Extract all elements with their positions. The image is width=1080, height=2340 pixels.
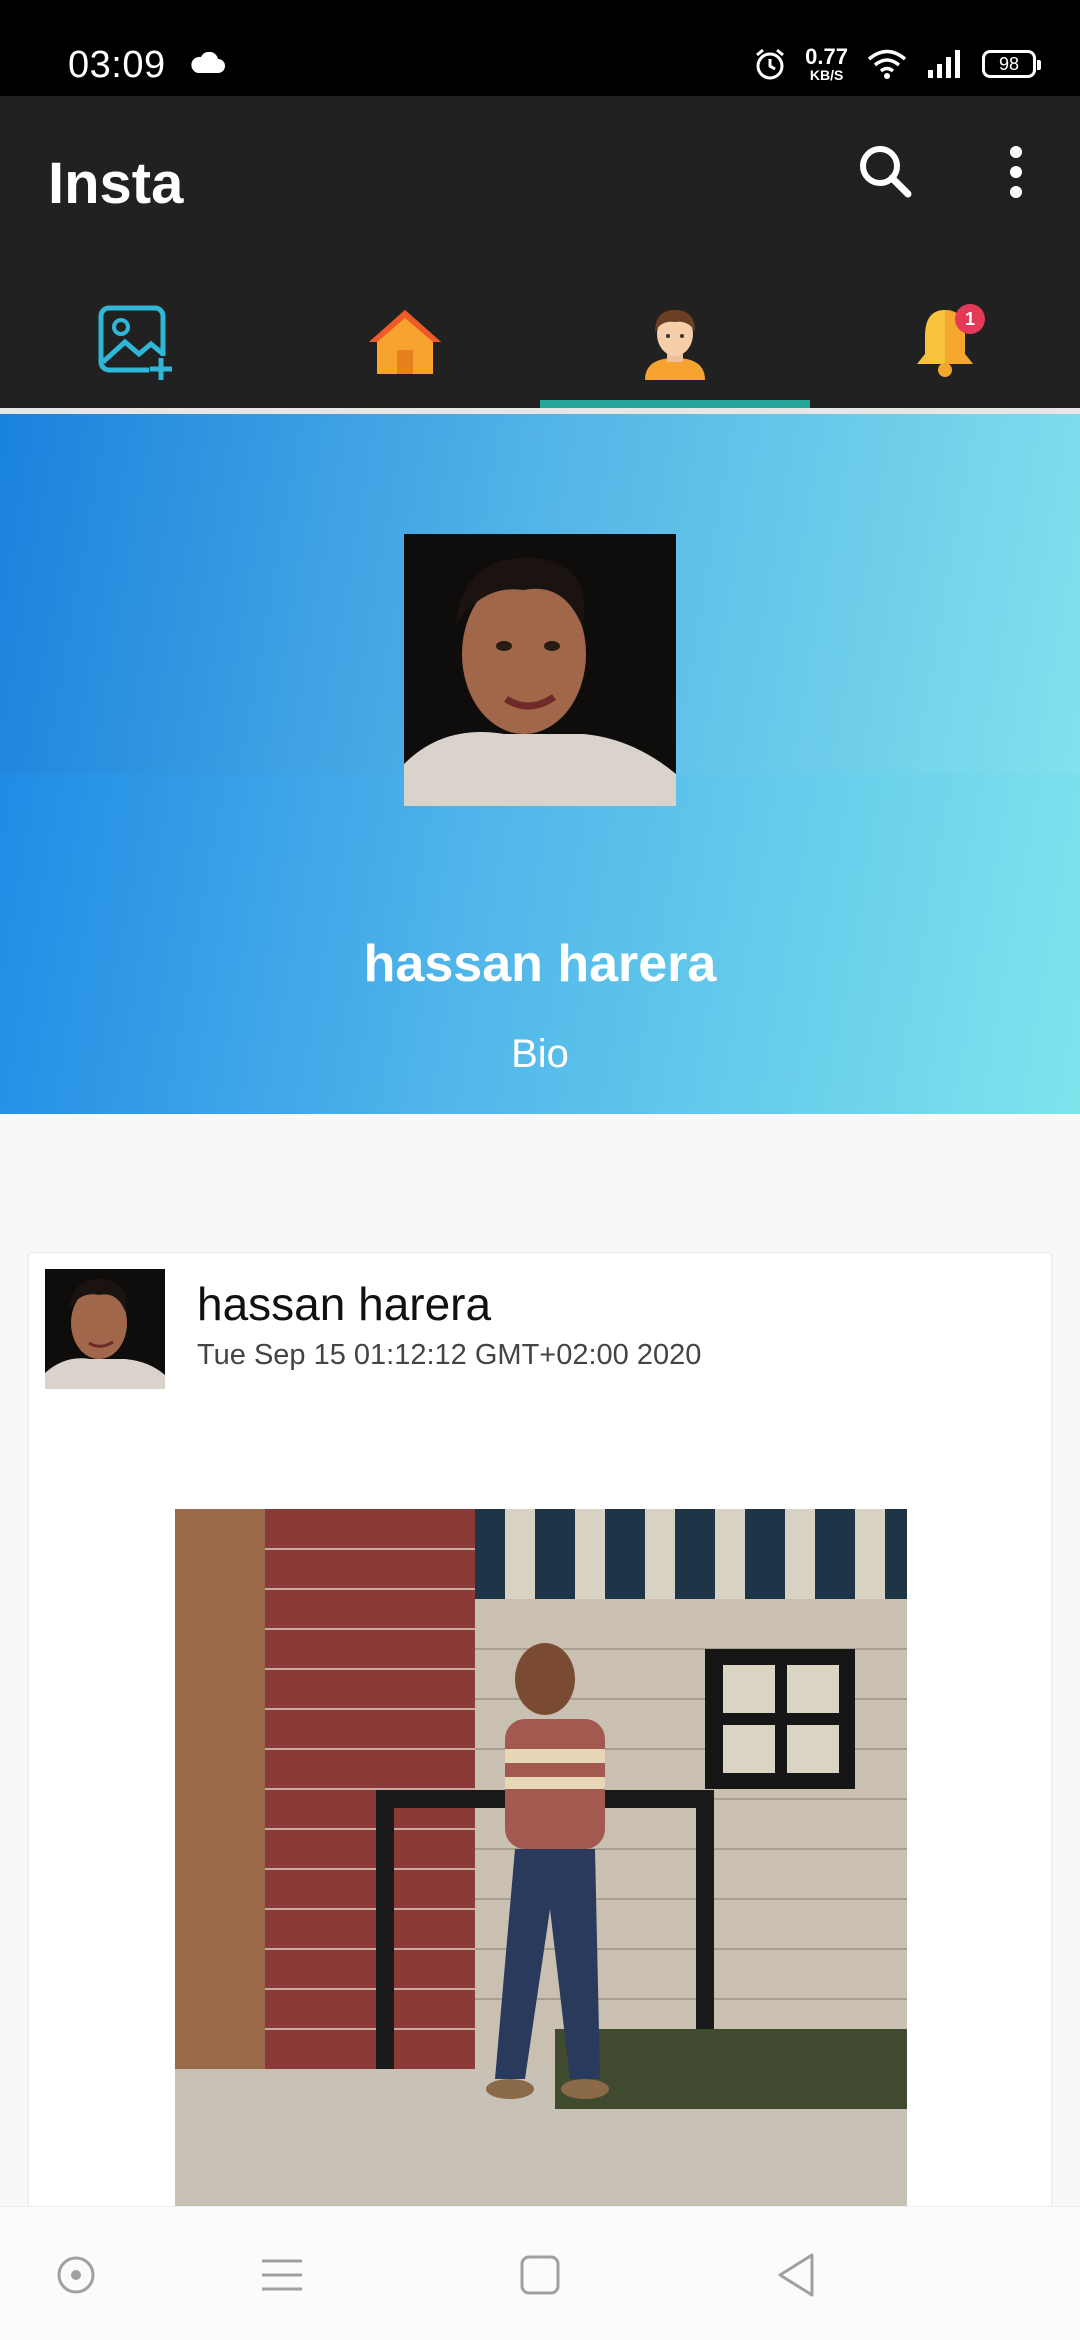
home-icon <box>369 310 441 374</box>
profile-icon <box>645 310 705 380</box>
post-photo <box>175 1509 907 2209</box>
more-vert-icon[interactable] <box>980 136 1052 208</box>
post-author-avatar[interactable] <box>45 1269 165 1389</box>
profile-photo <box>404 534 676 806</box>
tab-bar: 1 <box>0 276 1080 408</box>
post-date: Tue Sep 15 01:12:12 GMT+02:00 2020 <box>197 1339 702 1371</box>
search-icon[interactable] <box>850 136 922 208</box>
profile-name: hassan harera <box>363 935 717 993</box>
status-time: 03:09 <box>68 44 166 86</box>
battery-icon: 98 <box>982 50 1041 78</box>
post-card[interactable]: hassan harera Tue Sep 15 01:12:12 GMT+02… <box>28 1252 1052 2252</box>
alarm-icon <box>756 48 785 80</box>
system-nav-bar <box>0 2206 1080 2340</box>
notification-badge: 1 <box>955 304 985 334</box>
wifi-icon <box>867 49 907 79</box>
tab-indicator <box>540 400 810 408</box>
post-image[interactable] <box>175 1509 907 2209</box>
signal-icon <box>928 50 960 78</box>
post-avatar-photo <box>45 1269 165 1389</box>
tab-add-post[interactable] <box>0 276 270 408</box>
tab-home[interactable] <box>270 276 540 408</box>
profile-bio: Bio <box>511 1032 569 1076</box>
battery-level: 98 <box>998 53 1020 74</box>
add-image-icon <box>98 305 173 380</box>
app-bar: Insta 1 <box>0 96 1080 408</box>
profile-header: hassan harera Bio <box>0 414 1080 1114</box>
menu-icon[interactable] <box>254 2247 310 2303</box>
profile-avatar[interactable] <box>404 534 676 806</box>
circle-icon[interactable] <box>48 2247 104 2303</box>
status-bar: 03:09 0.77 KB/S 98 <box>0 0 1080 96</box>
square-icon[interactable] <box>512 2247 568 2303</box>
tab-profile[interactable] <box>540 276 810 408</box>
app-title: Insta <box>48 151 184 216</box>
cloud-icon <box>191 52 225 73</box>
post-author-name[interactable]: hassan harera <box>197 1277 491 1331</box>
network-speed: 0.77 KB/S <box>805 44 848 83</box>
tab-notifications[interactable]: 1 <box>810 276 1080 408</box>
back-icon[interactable] <box>768 2247 824 2303</box>
